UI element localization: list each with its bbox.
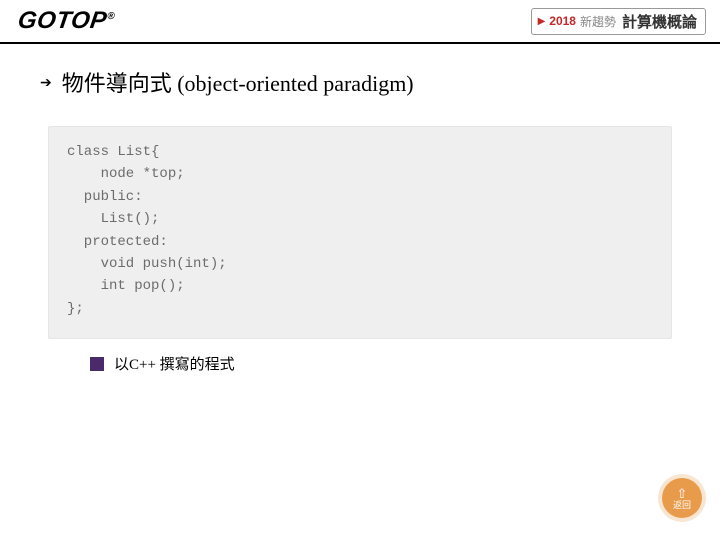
badge-trend: 新趨勢	[580, 13, 616, 30]
brand-logo: GOTOP®	[16, 7, 117, 35]
logo-registered: ®	[107, 11, 116, 22]
topic-badge: ▶ 2018 新趨勢 計算機概論	[531, 8, 706, 35]
code-block: class List{ node *top; public: List(); p…	[48, 126, 672, 339]
caption-row: 以C++ 撰寫的程式	[90, 353, 680, 374]
heading-row: ➔ 物件導向式 (object-oriented paradigm)	[40, 66, 680, 98]
play-icon: ▶	[538, 16, 546, 27]
return-label: 返回	[673, 501, 691, 510]
logo-text: GOTOP	[16, 7, 109, 34]
page-title: 物件導向式 (object-oriented paradigm)	[62, 66, 414, 98]
badge-year: 2018	[549, 14, 576, 28]
return-button[interactable]: ⇧ 返回	[662, 478, 702, 518]
up-arrow-icon: ⇧	[677, 487, 688, 500]
arrow-bullet-icon: ➔	[40, 74, 52, 91]
code-caption: 以C++ 撰寫的程式	[114, 353, 235, 374]
slide-header: GOTOP® ▶ 2018 新趨勢 計算機概論	[0, 0, 720, 44]
square-bullet-icon	[90, 357, 104, 371]
slide-content: ➔ 物件導向式 (object-oriented paradigm) class…	[0, 44, 720, 374]
badge-title: 計算機概論	[622, 11, 697, 32]
